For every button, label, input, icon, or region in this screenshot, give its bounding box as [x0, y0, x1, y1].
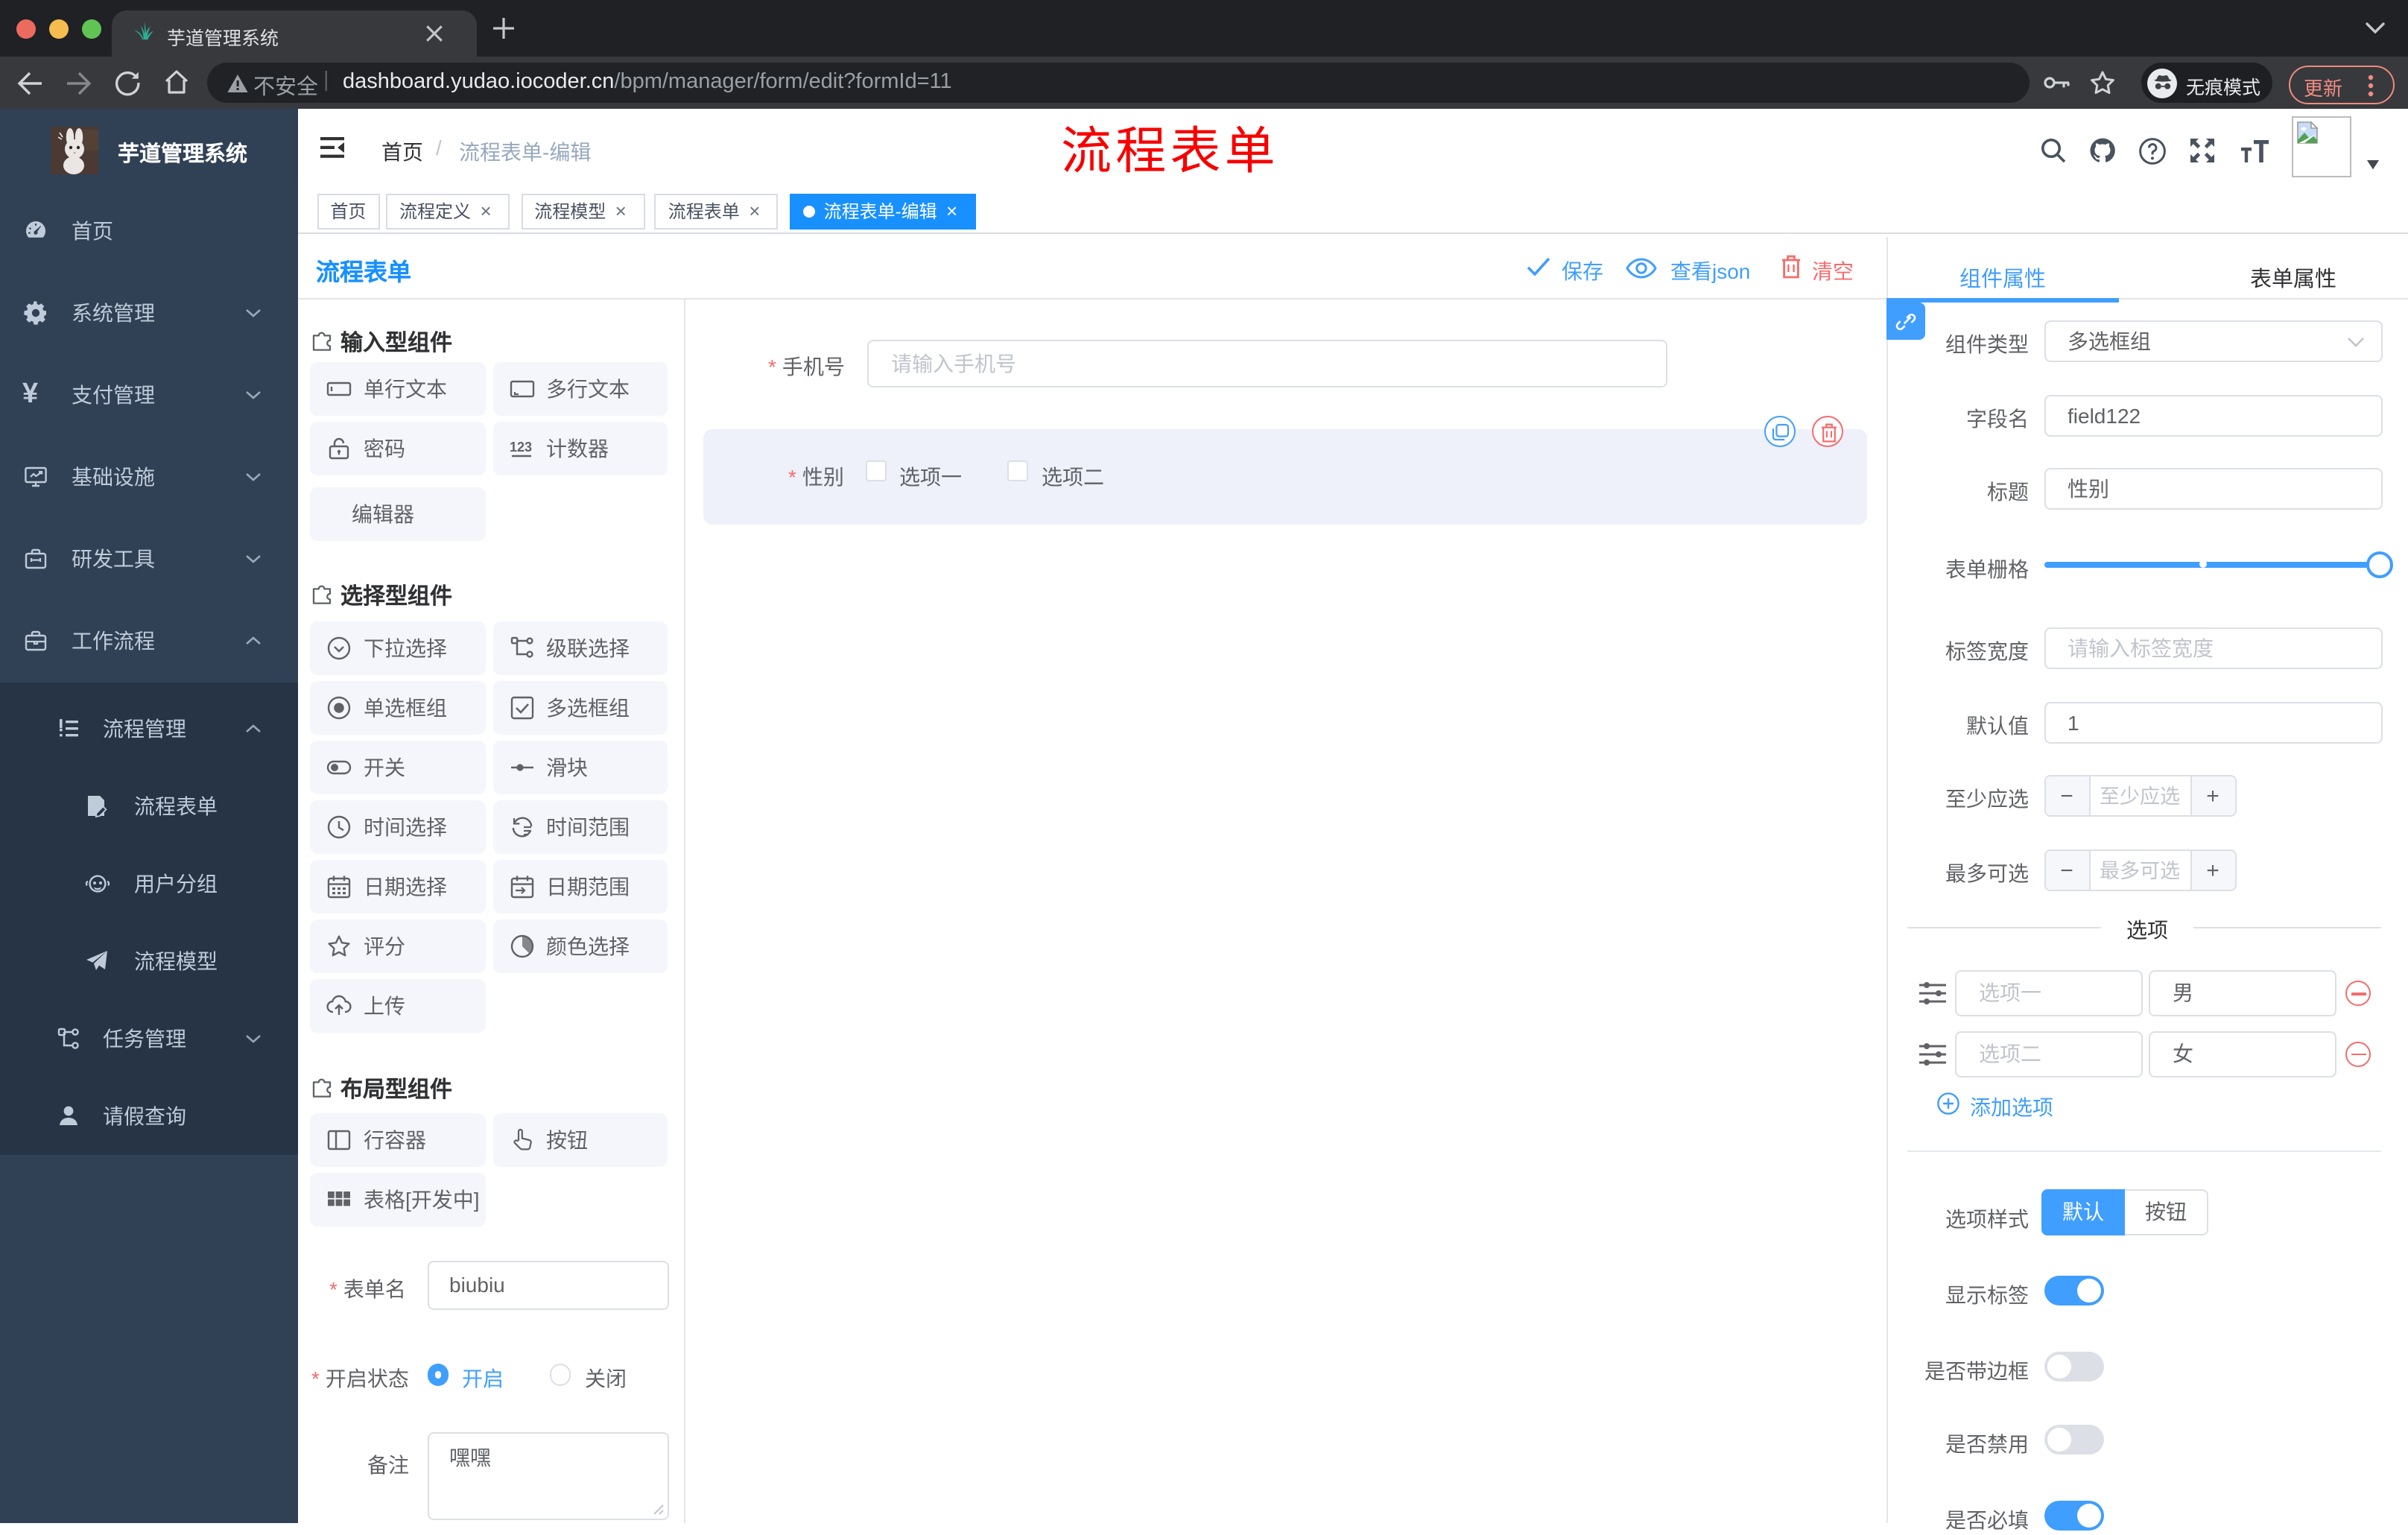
svg-text:123: 123	[509, 440, 531, 455]
